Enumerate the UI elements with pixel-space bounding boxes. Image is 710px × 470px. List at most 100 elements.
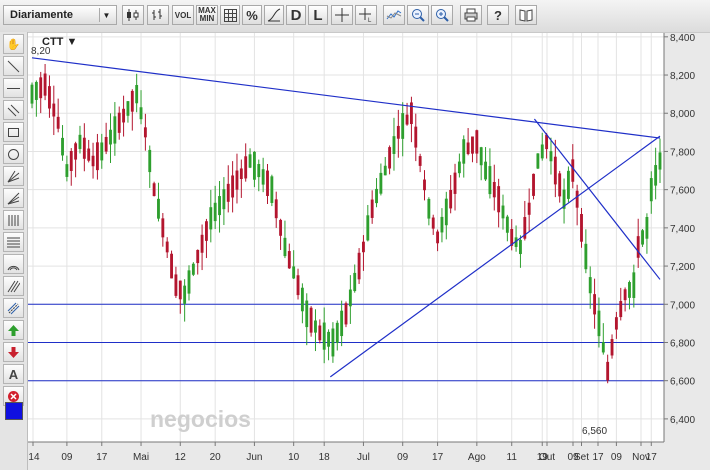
candle-body bbox=[209, 207, 213, 230]
zoom-in-button[interactable] bbox=[431, 5, 453, 25]
start-value-label: 8,20 bbox=[31, 46, 51, 57]
buy-arrow-tool[interactable] bbox=[3, 320, 24, 340]
candle-body bbox=[335, 322, 339, 344]
volume-button[interactable]: VOL bbox=[172, 5, 194, 25]
retracement-tool[interactable] bbox=[3, 232, 24, 252]
diagonal-line-icon bbox=[7, 60, 20, 72]
candlestick-icon bbox=[127, 9, 139, 21]
price-chart: negocios 8,400 8,200 8,000 7,800 7,600 7,400 7… bbox=[26, 32, 695, 463]
candle-body bbox=[152, 183, 156, 197]
print-button[interactable] bbox=[460, 5, 482, 25]
candle-body bbox=[231, 175, 235, 198]
d-button[interactable]: D bbox=[286, 5, 306, 25]
candle-body bbox=[606, 361, 610, 381]
sell-arrow-tool[interactable] bbox=[3, 342, 24, 362]
y-tick-label: 8,400 bbox=[670, 33, 695, 44]
candle-body bbox=[135, 84, 139, 104]
text-tool[interactable]: A bbox=[3, 364, 24, 384]
circle-icon bbox=[8, 148, 19, 160]
y-tick-label: 7,000 bbox=[670, 300, 695, 311]
candle-body bbox=[344, 303, 348, 325]
help-button[interactable]: ? bbox=[487, 5, 509, 25]
candle-body bbox=[56, 116, 60, 129]
candle-body bbox=[187, 270, 191, 294]
x-tick-label: 17 bbox=[592, 452, 604, 463]
percent-button[interactable]: % bbox=[242, 5, 262, 25]
pitchfork-tool[interactable] bbox=[3, 166, 24, 186]
crosshair-label-icon: L bbox=[359, 8, 372, 22]
candlestick-type-button[interactable] bbox=[122, 5, 144, 25]
candle-body bbox=[475, 130, 479, 154]
watermark: negocios bbox=[150, 406, 251, 432]
candle-body bbox=[610, 339, 614, 356]
candle-body bbox=[39, 77, 43, 99]
text-tool-label: A bbox=[8, 366, 19, 382]
horizontal-line-tool[interactable] bbox=[3, 78, 24, 98]
candle-body bbox=[52, 103, 56, 117]
svg-text:L: L bbox=[368, 18, 372, 22]
candle-body bbox=[74, 143, 78, 160]
gann-tool[interactable] bbox=[3, 276, 24, 296]
d-label: D bbox=[290, 6, 302, 24]
candle-body bbox=[553, 156, 557, 185]
candle-body bbox=[183, 285, 187, 304]
log-scale-button[interactable] bbox=[264, 5, 284, 25]
candle-body bbox=[331, 328, 335, 357]
candle-body bbox=[427, 198, 431, 219]
candle-body bbox=[527, 202, 531, 215]
l-label: L bbox=[313, 6, 323, 24]
candle-body bbox=[431, 217, 435, 229]
candle-body bbox=[252, 151, 256, 180]
candle-body bbox=[414, 126, 418, 148]
pan-tool[interactable]: ✋ bbox=[3, 34, 24, 54]
x-tick-label: '14 bbox=[26, 452, 39, 463]
candle-body bbox=[423, 179, 426, 191]
candle-body bbox=[614, 317, 618, 330]
bar-type-button[interactable] bbox=[147, 5, 169, 25]
candle-body bbox=[113, 116, 117, 144]
maxmin-button[interactable]: MAX MIN bbox=[196, 5, 218, 25]
compare-button[interactable] bbox=[383, 5, 405, 25]
candle-body bbox=[479, 147, 483, 166]
regression-channel-icon bbox=[7, 302, 20, 314]
candle-body bbox=[213, 202, 217, 222]
fan-tool[interactable] bbox=[3, 188, 24, 208]
channel-tool[interactable] bbox=[3, 100, 24, 120]
candle-body bbox=[636, 236, 640, 258]
crosshair-button[interactable] bbox=[331, 5, 353, 25]
zoom-out-button[interactable] bbox=[407, 5, 429, 25]
table-button[interactable] bbox=[220, 5, 240, 25]
line-tool[interactable] bbox=[3, 56, 24, 76]
candle-body bbox=[104, 136, 108, 152]
period-select-value: Diariamente bbox=[10, 9, 73, 21]
candle-body bbox=[143, 127, 147, 138]
rectangle-tool[interactable] bbox=[3, 122, 24, 142]
candle-body bbox=[449, 189, 453, 209]
arrow-up-icon bbox=[8, 324, 19, 336]
color-picker[interactable] bbox=[5, 402, 23, 420]
candle-body bbox=[558, 173, 562, 197]
candle-body bbox=[266, 170, 269, 196]
candle-body bbox=[148, 149, 152, 173]
candle-body bbox=[549, 151, 553, 162]
candle-body bbox=[274, 199, 278, 219]
fibonacci-tool[interactable] bbox=[3, 210, 24, 230]
compare-lines-icon bbox=[386, 10, 402, 20]
candle-body bbox=[178, 280, 182, 300]
candle-body bbox=[444, 198, 448, 226]
l-button[interactable]: L bbox=[308, 5, 328, 25]
ellipse-tool[interactable] bbox=[3, 144, 24, 164]
guide-button[interactable] bbox=[515, 5, 537, 25]
candle-body bbox=[632, 272, 636, 298]
candle-body bbox=[593, 294, 597, 315]
x-tick-label: 09 bbox=[611, 452, 623, 463]
candle-body bbox=[453, 172, 457, 194]
candle-body bbox=[191, 263, 195, 275]
x-axis-ticks: '14 09 17 Mai 12 20 Jun 10 18 Jul 09 17 Ago 11 19 Set 09… bbox=[26, 442, 657, 463]
arc-tool[interactable] bbox=[3, 254, 24, 274]
candle-body bbox=[536, 153, 540, 169]
crosshair-label-button[interactable]: L bbox=[355, 5, 377, 25]
period-select[interactable]: Diariamente ▼ bbox=[3, 5, 117, 25]
regression-tool[interactable] bbox=[3, 298, 24, 318]
candle-body bbox=[340, 310, 344, 337]
